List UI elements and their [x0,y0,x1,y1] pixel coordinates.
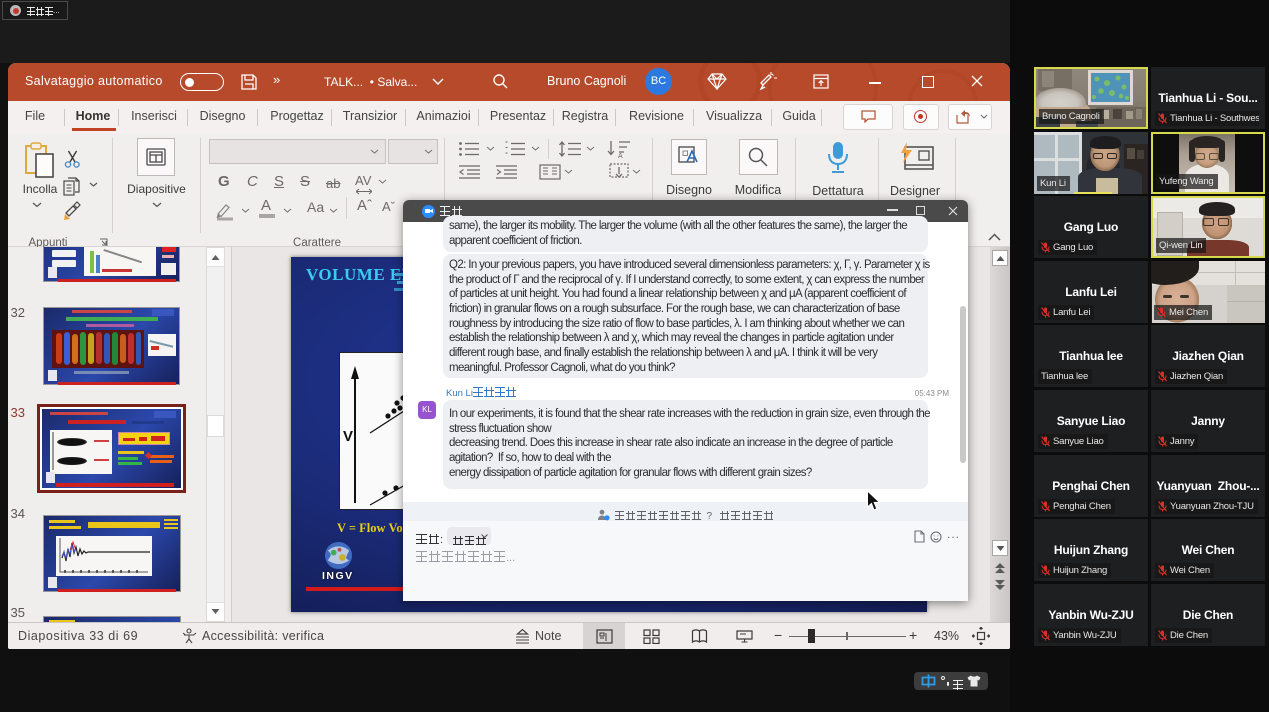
svg-text:A: A [618,153,623,159]
svg-text:V: V [343,428,353,445]
